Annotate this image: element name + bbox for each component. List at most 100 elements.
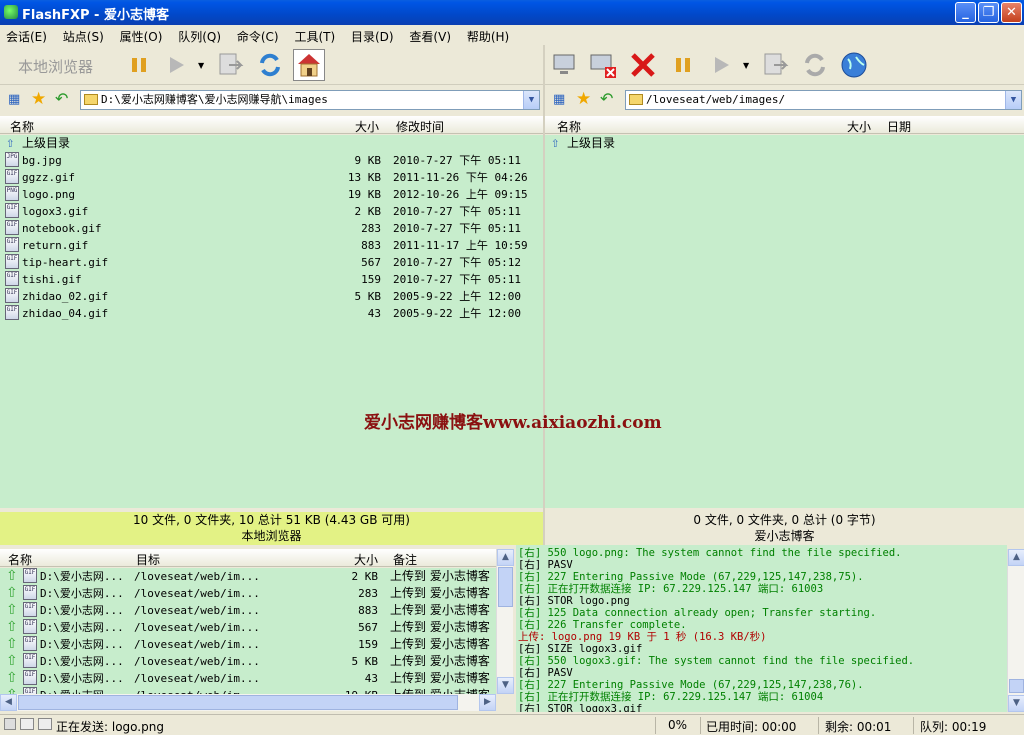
transfer-icon[interactable]	[215, 49, 247, 81]
queue-hscroll[interactable]: ◀ ▶	[0, 694, 496, 711]
globe-icon[interactable]	[838, 49, 870, 81]
queue-row[interactable]: ⇧ GIF D:\爱小志网... /loveseat/web/im... 567 上传到 …	[0, 619, 496, 636]
log-scroll-thumb[interactable]	[1009, 679, 1024, 693]
go-up-icon[interactable]: ↶	[55, 89, 68, 108]
scroll-down-icon[interactable]: ▼	[497, 677, 514, 694]
disconnect-icon[interactable]	[588, 49, 620, 81]
remote-parent-dir-row[interactable]: ⇧ 上级目录	[545, 135, 1024, 152]
queue-list[interactable]: ⇧ GIF D:\爱小志网.../loveseat/web/im... 2 KB 上传到…	[0, 568, 496, 694]
file-row[interactable]: GIF tip-heart.gif 567 2010-7-27 下午 05:12	[0, 254, 543, 271]
file-row[interactable]: GIF tishi.gif 159 2010-7-27 下午 05:11	[0, 271, 543, 288]
image-file-icon: GIF	[5, 220, 19, 235]
queue-row[interactable]: ⇧ GIF D:\爱小志网... /loveseat/web/im... 43 上传到 爱…	[0, 670, 496, 687]
menu-directory[interactable]: 目录(D)	[345, 25, 400, 45]
log-scroll-up-icon[interactable]: ▲	[1008, 549, 1024, 566]
file-row[interactable]: GIF zhidao_04.gif 43 2005-9-22 上午 12:00	[0, 305, 543, 322]
log-scroll-down-icon[interactable]: ▼	[1008, 695, 1024, 712]
menu-help[interactable]: 帮助(H)	[461, 25, 515, 45]
log-line: [右] 550 logox3.gif: The system cannot fi…	[518, 655, 915, 667]
queue-row[interactable]: ⇧ GIF D:\爱小志网... /loveseat/web/im... 5 KB 上传到…	[0, 653, 496, 670]
remote-col-size[interactable]: 大小	[847, 118, 871, 135]
queue-col-name[interactable]: 名称	[8, 551, 32, 568]
file-row[interactable]: GIF logox3.gif 2 KB 2010-7-27 下午 05:11	[0, 203, 543, 220]
title-bar[interactable]: FlashFXP - 爱小志博客 _ ❐ ✕	[0, 0, 1024, 25]
maximize-button[interactable]: ❐	[978, 2, 999, 23]
favorites-icon[interactable]: ★	[31, 89, 46, 109]
image-file-icon: GIF	[23, 619, 37, 634]
remote-sitemap-icon[interactable]: ▦	[553, 92, 565, 107]
log-toggle-icon[interactable]	[20, 718, 34, 730]
scroll-up-icon[interactable]: ▲	[497, 549, 514, 566]
menu-view[interactable]: 查看(V)	[403, 25, 457, 45]
remote-folder-icon	[629, 94, 643, 105]
remote-play-icon[interactable]	[705, 49, 737, 81]
col-size[interactable]: 大小	[355, 118, 379, 135]
scroll-left-icon[interactable]: ◀	[0, 694, 17, 711]
queue-row[interactable]: ⇧ GIF D:\爱小志网... /loveseat/web/im... 883 上传到 …	[0, 602, 496, 619]
col-name[interactable]: 名称	[10, 118, 34, 135]
queue-row[interactable]: ⇧ GIF D:\爱小志网... /loveseat/web/im... 2 KB 上传到…	[0, 568, 496, 585]
col-modified[interactable]: 修改时间	[396, 118, 444, 135]
file-row[interactable]: JPG bg.jpg 9 KB 2010-7-27 下午 05:11	[0, 152, 543, 169]
scroll-right-icon[interactable]: ▶	[479, 694, 496, 711]
menu-queue[interactable]: 队列(Q)	[172, 25, 227, 45]
remote-go-up-icon[interactable]: ↶	[600, 89, 613, 108]
log-vscroll[interactable]: ▲ ▼	[1007, 549, 1024, 712]
play-dropdown-icon[interactable]: ▼	[198, 61, 204, 70]
remote-chevron-down-icon[interactable]: ▼	[1005, 91, 1021, 109]
queue-name: D:\爱小志网...	[40, 604, 124, 617]
queue-name: D:\爱小志网...	[40, 638, 124, 651]
remote-file-list[interactable]: ⇧ 上级目录	[545, 135, 1024, 508]
file-name: tip-heart.gif	[22, 256, 109, 269]
queue-row[interactable]: ⇧ GIF D:\爱小志网... /loveseat/web/im... 283 上传到 …	[0, 585, 496, 602]
menu-options[interactable]: 属性(O)	[114, 25, 169, 45]
remote-pause-icon[interactable]	[667, 49, 699, 81]
queue-name: D:\爱小志网...	[40, 621, 124, 634]
menu-commands[interactable]: 命令(C)	[231, 25, 285, 45]
abort-icon[interactable]	[627, 49, 659, 81]
menu-session[interactable]: 会话(E)	[0, 25, 53, 45]
pane-splitter[interactable]	[543, 45, 545, 545]
queue-col-target[interactable]: 目标	[136, 551, 160, 568]
queue-col-size[interactable]: 大小	[354, 551, 378, 568]
queue-hscroll-thumb[interactable]	[18, 695, 458, 710]
upload-arrow-icon: ⇧	[6, 687, 18, 694]
window-icon[interactable]	[38, 718, 52, 730]
queue-col-note[interactable]: 备注	[393, 551, 417, 568]
queue-scroll-thumb[interactable]	[498, 567, 513, 607]
remote-favorites-icon[interactable]: ★	[576, 89, 591, 109]
chevron-down-icon[interactable]: ▼	[523, 91, 539, 109]
pause-icon[interactable]	[123, 49, 155, 81]
local-file-list[interactable]: ⇧ 上级目录 JPG bg.jpg 9 KB 2010-7-27 下午 05:11 GI…	[0, 135, 543, 508]
local-browser-label[interactable]: 本地浏览器	[18, 56, 93, 77]
close-button[interactable]: ✕	[1001, 2, 1022, 23]
menu-sites[interactable]: 站点(S)	[57, 25, 110, 45]
file-row[interactable]: GIF notebook.gif 283 2010-7-27 下午 05:11	[0, 220, 543, 237]
home-icon[interactable]	[293, 49, 325, 81]
remote-col-date[interactable]: 日期	[887, 118, 911, 135]
remote-path-combo[interactable]: /loveseat/web/images/ ▼	[625, 90, 1022, 110]
session-log[interactable]: [右] 550 logo.png: The system cannot find…	[516, 545, 1007, 712]
parent-dir-row[interactable]: ⇧ 上级目录	[0, 135, 543, 152]
log-line: [右] STOR logo.png	[518, 595, 630, 607]
queue-row[interactable]: ⇧ GIF D:\爱小志网... /loveseat/web/im... 159 上传到 …	[0, 636, 496, 653]
remote-transfer-icon[interactable]	[760, 49, 792, 81]
connect-icon[interactable]	[549, 49, 581, 81]
remote-col-name[interactable]: 名称	[557, 118, 581, 135]
refresh-icon[interactable]	[254, 49, 286, 81]
file-row[interactable]: GIF ggzz.gif 13 KB 2011-11-26 下午 04:26	[0, 169, 543, 186]
queue-target: /loveseat/web/im...	[134, 687, 260, 694]
queue-vscroll[interactable]: ▲ ▼	[496, 549, 514, 694]
folder-icon	[84, 94, 98, 105]
remote-play-dropdown-icon[interactable]: ▼	[743, 61, 749, 70]
sitemap-icon[interactable]: ▦	[8, 92, 24, 108]
local-path-combo[interactable]: D:\爱小志网赚博客\爱小志网赚导航\images ▼	[80, 90, 540, 110]
file-row[interactable]: GIF zhidao_02.gif 5 KB 2005-9-22 上午 12:00	[0, 288, 543, 305]
file-row[interactable]: PNG logo.png 19 KB 2012-10-26 上午 09:15	[0, 186, 543, 203]
queue-row[interactable]: ⇧ GIFD:\爱小志网... /loveseat/web/im... 19 KB 上传…	[0, 687, 496, 694]
remote-refresh-icon[interactable]	[799, 49, 831, 81]
file-row[interactable]: GIF return.gif 883 2011-11-17 上午 10:59	[0, 237, 543, 254]
menu-tools[interactable]: 工具(T)	[288, 25, 341, 45]
minimize-button[interactable]: _	[955, 2, 976, 23]
play-icon[interactable]	[160, 49, 192, 81]
